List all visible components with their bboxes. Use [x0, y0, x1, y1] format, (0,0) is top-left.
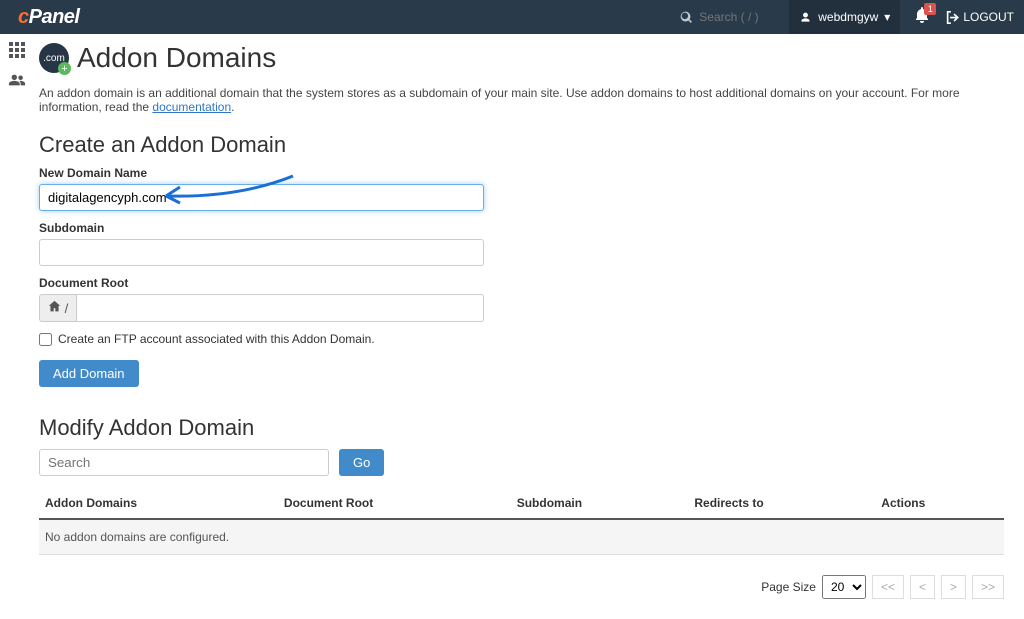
search-input[interactable]: [699, 10, 769, 24]
docroot-label: Document Root: [39, 276, 1004, 290]
col-subdomain[interactable]: Subdomain: [511, 488, 689, 519]
subdomain-label: Subdomain: [39, 221, 1004, 235]
notifications-button[interactable]: 1: [914, 7, 930, 28]
addon-domains-table: Addon Domains Document Root Subdomain Re…: [39, 488, 1004, 555]
documentation-link[interactable]: documentation: [152, 100, 231, 114]
add-domain-button[interactable]: Add Domain: [39, 360, 139, 387]
pager-prev[interactable]: <: [910, 575, 935, 599]
main-content: .com Addon Domains An addon domain is an…: [33, 34, 1024, 619]
go-button[interactable]: Go: [339, 449, 384, 476]
user-icon: [799, 11, 812, 24]
pager-next[interactable]: >: [941, 575, 966, 599]
page-title: Addon Domains: [77, 42, 276, 74]
user-menu[interactable]: webdmgyw ▾: [789, 0, 900, 34]
docroot-prefix: /: [39, 294, 76, 322]
page-size-label: Page Size: [761, 580, 816, 594]
username-label: webdmgyw: [818, 10, 878, 24]
page-size-select[interactable]: 20: [822, 575, 866, 599]
cpanel-logo[interactable]: cPanel: [18, 6, 79, 29]
subdomain-input[interactable]: [39, 239, 484, 266]
home-icon: [48, 300, 61, 313]
pagination: Page Size 20 << < > >>: [39, 575, 1004, 599]
new-domain-input[interactable]: [39, 184, 484, 211]
sidebar-home-icon[interactable]: [9, 42, 25, 58]
notification-badge: 1: [924, 3, 936, 15]
page-description: An addon domain is an additional domain …: [39, 86, 1004, 114]
ftp-checkbox-label: Create an FTP account associated with th…: [58, 332, 375, 346]
left-sidebar: [0, 34, 33, 619]
col-addon-domains[interactable]: Addon Domains: [39, 488, 278, 519]
modify-search-input[interactable]: [39, 449, 329, 476]
top-header: cPanel webdmgyw ▾ 1 LOGOUT: [0, 0, 1024, 34]
addon-domains-icon: .com: [39, 43, 69, 73]
new-domain-label: New Domain Name: [39, 166, 1004, 180]
logout-icon: [946, 11, 959, 24]
search-icon: [680, 11, 693, 24]
logout-label: LOGOUT: [963, 10, 1014, 24]
col-document-root[interactable]: Document Root: [278, 488, 511, 519]
empty-table-message: No addon domains are configured.: [39, 519, 1004, 555]
col-redirects-to[interactable]: Redirects to: [688, 488, 875, 519]
pager-first[interactable]: <<: [872, 575, 904, 599]
pager-last[interactable]: >>: [972, 575, 1004, 599]
logout-button[interactable]: LOGOUT: [946, 10, 1014, 24]
header-search[interactable]: [680, 10, 769, 24]
ftp-checkbox[interactable]: [39, 333, 52, 346]
create-heading: Create an Addon Domain: [39, 132, 1004, 158]
chevron-down-icon: ▾: [884, 10, 890, 24]
modify-heading: Modify Addon Domain: [39, 415, 1004, 441]
col-actions[interactable]: Actions: [875, 488, 1004, 519]
sidebar-users-icon[interactable]: [8, 72, 26, 92]
docroot-input[interactable]: [76, 294, 484, 322]
